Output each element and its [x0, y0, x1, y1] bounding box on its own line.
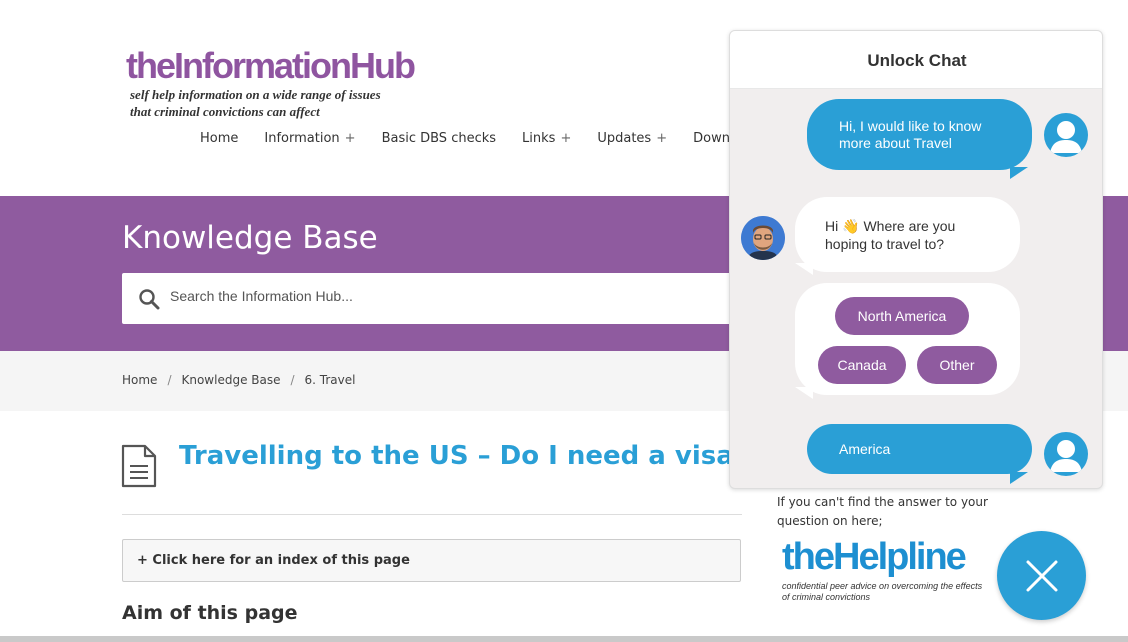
breadcrumb-separator: /: [290, 373, 295, 387]
chat-message-user: America: [807, 424, 1032, 474]
close-chat-button[interactable]: [997, 531, 1086, 620]
chat-message-text: America: [839, 440, 891, 457]
nav-label: Updates: [597, 131, 652, 146]
helpline-logo[interactable]: theHelpline confidential peer advice on …: [782, 533, 1012, 603]
helpline-tagline-2: of criminal convictions: [782, 592, 871, 602]
option-other-button[interactable]: Other: [917, 346, 997, 384]
window-bottom-edge: [0, 636, 1128, 642]
greeting-text: Hi: [825, 217, 839, 234]
divider: [122, 514, 742, 515]
logo-title: theInformationHub: [126, 45, 416, 86]
index-toggle-button[interactable]: + Click here for an index of this page: [122, 539, 741, 582]
option-canada-button[interactable]: Canada: [818, 346, 906, 384]
nav-label: Basic DBS checks: [381, 131, 497, 146]
nav-item-basic-dbs[interactable]: Basic DBS checks: [382, 131, 496, 146]
agent-avatar: [741, 216, 785, 260]
bubble-tail: [795, 263, 813, 275]
wave-emoji-icon: 👋: [842, 217, 860, 234]
breadcrumb-home[interactable]: Home: [122, 373, 157, 387]
breadcrumb-current: 6. Travel: [304, 373, 356, 387]
chat-message-text: Hi, I would like to know more about Trav…: [839, 117, 982, 151]
option-north-america-button[interactable]: North America: [835, 297, 969, 335]
article-title: Travelling to the US – Do I need a visa?: [179, 441, 749, 471]
logo-tagline-2: that criminal convictions can affect: [130, 104, 320, 119]
breadcrumb-knowledge-base[interactable]: Knowledge Base: [181, 373, 280, 387]
nav-label: Home: [200, 131, 239, 146]
chat-message-user: Hi, I would like to know more about Trav…: [807, 99, 1032, 170]
bubble-tail: [795, 387, 813, 399]
site-logo[interactable]: theInformationHub self help information …: [126, 46, 436, 120]
nav-item-information[interactable]: Information +: [264, 131, 355, 146]
chat-header: Unlock Chat: [730, 31, 1102, 89]
breadcrumb: Home / Knowledge Base / 6. Travel: [122, 373, 355, 387]
expand-plus-icon: +: [560, 131, 572, 146]
page-title: Knowledge Base: [122, 220, 378, 256]
logo-tagline-1: self help information on a wide range of…: [130, 87, 381, 102]
index-toggle-label: + Click here for an index of this page: [137, 553, 410, 568]
chat-message-text: Hi 👋 Where are you hoping to travel to?: [825, 217, 990, 253]
search-bar[interactable]: [122, 273, 822, 324]
document-icon: [121, 444, 157, 488]
chat-widget: Unlock Chat Hi, I would like to know mor…: [729, 30, 1103, 489]
nav-label: Links: [522, 131, 556, 146]
bubble-tail: [1010, 472, 1028, 484]
main-nav: Home Information + Basic DBS checks Links…: [200, 131, 768, 146]
section-heading: Aim of this page: [122, 602, 298, 624]
bubble-tail: [1010, 167, 1028, 179]
user-avatar-icon: [1044, 432, 1088, 476]
nav-item-home[interactable]: Home: [200, 131, 238, 146]
breadcrumb-separator: /: [167, 373, 172, 387]
user-avatar-icon: [1044, 113, 1088, 157]
helpline-intro: If you can't find the answer to your que…: [777, 495, 988, 528]
expand-plus-icon: +: [656, 131, 668, 146]
helpline-tagline-1: confidential peer advice on overcoming t…: [782, 581, 983, 591]
close-icon: [1026, 560, 1057, 591]
nav-item-links[interactable]: Links +: [522, 131, 571, 146]
search-input[interactable]: [170, 288, 770, 304]
expand-plus-icon: +: [344, 131, 356, 146]
nav-label: Information: [264, 131, 340, 146]
nav-item-updates[interactable]: Updates +: [597, 131, 667, 146]
helpline-title: theHelpline: [782, 536, 967, 578]
search-icon[interactable]: [138, 288, 160, 310]
page: theInformationHub self help information …: [0, 0, 1128, 642]
chat-title: Unlock Chat: [867, 51, 967, 70]
chat-message-agent: Hi 👋 Where are you hoping to travel to?: [795, 197, 1020, 272]
